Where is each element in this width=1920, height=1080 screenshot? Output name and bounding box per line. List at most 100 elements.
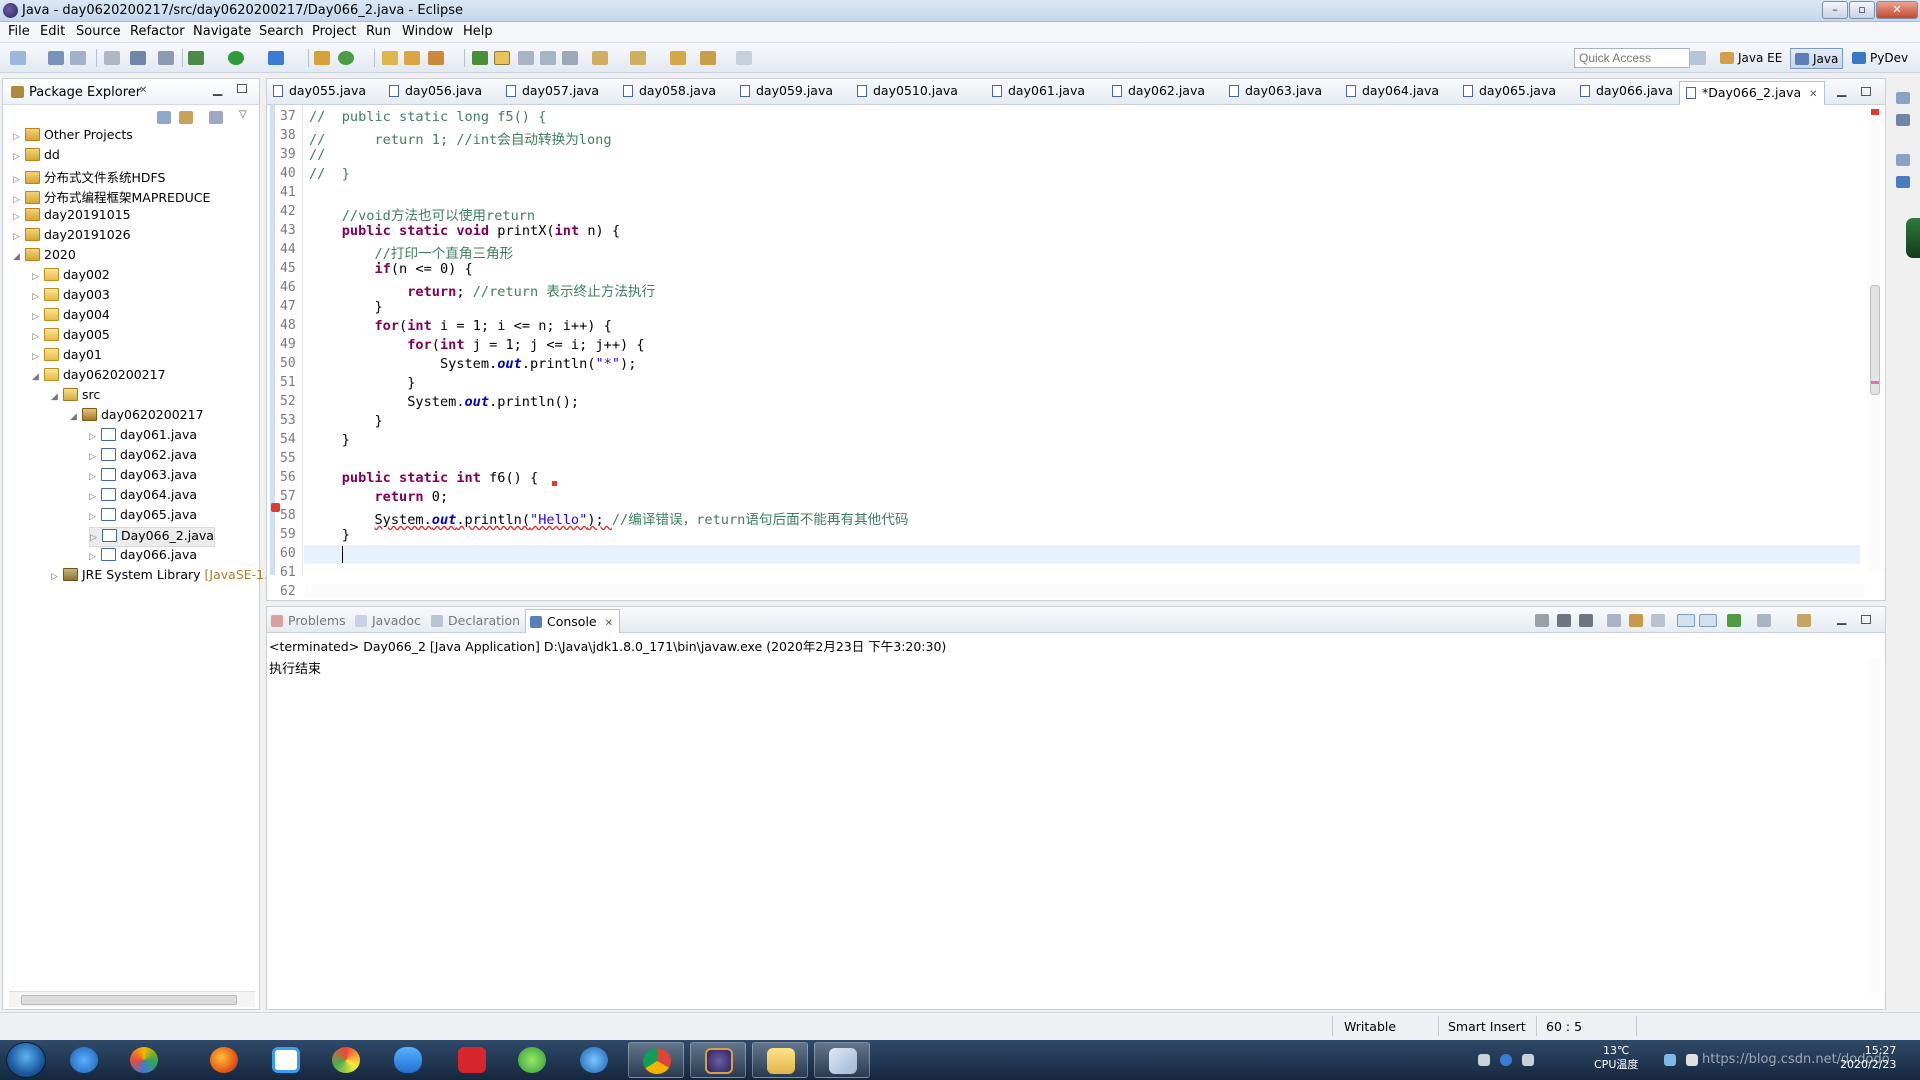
link-with-editor-icon[interactable] <box>179 111 193 124</box>
new-icon[interactable] <box>10 51 26 65</box>
tree-item[interactable]: ▷ day002 <box>32 267 110 287</box>
menu-run[interactable]: Run <box>366 24 391 39</box>
overview-error-marker[interactable] <box>1871 109 1879 115</box>
filter-icon[interactable] <box>209 111 223 124</box>
code-line[interactable]: System.out.println("*"); <box>309 356 636 372</box>
tree-item[interactable]: ▷ JRE System Library [JavaSE-1. <box>51 567 268 587</box>
close-button[interactable]: ✕ <box>1876 1 1918 19</box>
tray-icon[interactable] <box>1478 1054 1490 1066</box>
forward-icon[interactable] <box>736 51 752 65</box>
maximize-editor-icon[interactable] <box>1861 87 1871 96</box>
view-menu-icon[interactable]: ▽ <box>239 109 247 120</box>
expand-arrow-icon[interactable]: ▷ <box>90 533 102 543</box>
horizontal-scrollbar[interactable] <box>305 584 1865 598</box>
taskbar-cloud[interactable] <box>380 1042 436 1078</box>
taskbar-chrome[interactable] <box>628 1042 684 1078</box>
expand-arrow-icon[interactable]: ▷ <box>13 132 25 142</box>
new-class-icon[interactable] <box>338 51 354 65</box>
terminal-icon[interactable] <box>130 51 146 65</box>
expand-arrow-icon[interactable]: ◢ <box>32 372 44 382</box>
taskbar-app-5[interactable] <box>318 1042 374 1078</box>
perspective-java[interactable]: Java <box>1790 48 1844 69</box>
remove-all-launches-icon[interactable] <box>1579 614 1593 627</box>
tree-item[interactable]: ▷ day003 <box>32 287 110 307</box>
maximize-view-icon[interactable] <box>237 84 247 93</box>
perspective-java-ee[interactable]: Java EE <box>1716 48 1786 69</box>
vertical-scrollbar[interactable] <box>1867 657 1883 993</box>
editor-tab[interactable]: day061.java <box>992 83 1085 103</box>
tree-item[interactable]: ▷ day063.java <box>89 467 197 487</box>
search-icon[interactable] <box>428 51 444 65</box>
skip-breakpoints-icon[interactable] <box>158 51 174 65</box>
print-icon[interactable] <box>104 51 120 65</box>
block-selection-icon[interactable] <box>518 51 534 65</box>
clear-console-icon[interactable] <box>1607 614 1621 627</box>
previous-annotation-icon[interactable] <box>630 51 646 65</box>
new-java-project-icon[interactable] <box>314 51 330 65</box>
tree-item[interactable]: ◢ src <box>51 387 100 407</box>
code-line[interactable]: } <box>309 375 415 391</box>
editor-tab[interactable]: day063.java <box>1229 83 1322 103</box>
expand-arrow-icon[interactable]: ▷ <box>32 312 44 322</box>
code-line[interactable]: //打印一个直角三角形 <box>309 242 513 262</box>
next-annotation-icon[interactable] <box>592 51 608 65</box>
open-type-icon[interactable] <box>382 51 398 65</box>
show-whitespace-icon[interactable] <box>540 51 556 65</box>
menu-navigate[interactable]: Navigate <box>193 24 251 39</box>
minimize-button[interactable]: – <box>1822 1 1848 19</box>
open-perspective-icon[interactable] <box>1690 51 1706 65</box>
code-line[interactable]: return 0; <box>309 489 448 505</box>
editor-tab[interactable]: day056.java <box>389 83 482 103</box>
editor-tab[interactable]: day057.java <box>506 83 599 103</box>
expand-arrow-icon[interactable]: ▷ <box>89 472 101 482</box>
expand-arrow-icon[interactable]: ◢ <box>13 252 25 262</box>
remove-launch-icon[interactable] <box>1557 614 1571 627</box>
tree-item[interactable]: ▷ Day066_2.java <box>89 527 215 547</box>
tab-console[interactable]: Console ✕ <box>525 609 620 633</box>
editor-tab[interactable]: day064.java <box>1346 83 1439 103</box>
package-explorer-tab[interactable]: Package Explorer ✕ ▁ <box>3 79 259 105</box>
horizontal-scrollbar[interactable] <box>9 991 255 1007</box>
code-line[interactable]: for(int i = 1; i <= n; i++) { <box>309 318 611 334</box>
expand-arrow-icon[interactable]: ▷ <box>13 175 25 185</box>
tree-item[interactable]: ▷ 分布式编程框架MAPREDUCE <box>13 187 210 207</box>
code-line[interactable]: if(n <= 0) { <box>309 261 472 277</box>
tray-icon[interactable] <box>1664 1054 1676 1066</box>
menu-refactor[interactable]: Refactor <box>130 24 185 39</box>
editor-tab[interactable]: day058.java <box>623 83 716 103</box>
expand-arrow-icon[interactable]: ▷ <box>89 452 101 462</box>
quick-access-input[interactable] <box>1574 48 1690 68</box>
taskbar-app-13[interactable] <box>814 1042 870 1078</box>
restore-icon[interactable] <box>1896 154 1910 166</box>
taskbar-firefox[interactable] <box>196 1042 252 1078</box>
code-line[interactable]: // return 1; //int会自动转换为long <box>309 128 612 148</box>
task-list-icon[interactable] <box>1896 114 1910 126</box>
open-task-icon[interactable] <box>404 51 420 65</box>
close-icon[interactable]: ✕ <box>605 618 613 629</box>
taskbar-youdao[interactable] <box>444 1042 500 1078</box>
back-icon[interactable] <box>700 51 716 65</box>
coverage-icon[interactable] <box>268 51 284 65</box>
taskbar-ie-2[interactable] <box>566 1042 622 1078</box>
code-line[interactable]: // public static long f5() { <box>309 109 546 125</box>
help-icon[interactable] <box>1500 1054 1512 1066</box>
system-clock[interactable]: 15:27 2020/2/23 <box>1840 1044 1896 1072</box>
tree-item[interactable]: ◢ day0620200217 <box>32 367 166 387</box>
start-button[interactable] <box>6 1042 46 1078</box>
show-on-output-icon[interactable] <box>1677 614 1695 627</box>
code-line[interactable]: // } <box>309 166 350 182</box>
code-line[interactable]: } <box>309 527 350 543</box>
run-icon[interactable] <box>228 51 244 65</box>
menu-search[interactable]: Search <box>259 24 304 39</box>
code-line[interactable]: return; //return 表示终止方法执行 <box>309 280 655 300</box>
editor-tab[interactable]: day066.java <box>1580 83 1673 103</box>
tree-item[interactable]: ▷ day061.java <box>89 427 197 447</box>
toggle-highlight-icon[interactable] <box>494 51 510 65</box>
expand-arrow-icon[interactable]: ▷ <box>89 552 101 562</box>
tray-icon[interactable] <box>1522 1054 1534 1066</box>
menu-edit[interactable]: Edit <box>40 24 65 39</box>
tree-item[interactable]: ▷ day005 <box>32 327 110 347</box>
tab-javadoc[interactable]: Javadoc <box>355 613 421 628</box>
expand-arrow-icon[interactable]: ◢ <box>70 412 82 422</box>
expand-arrow-icon[interactable]: ▷ <box>51 572 63 582</box>
